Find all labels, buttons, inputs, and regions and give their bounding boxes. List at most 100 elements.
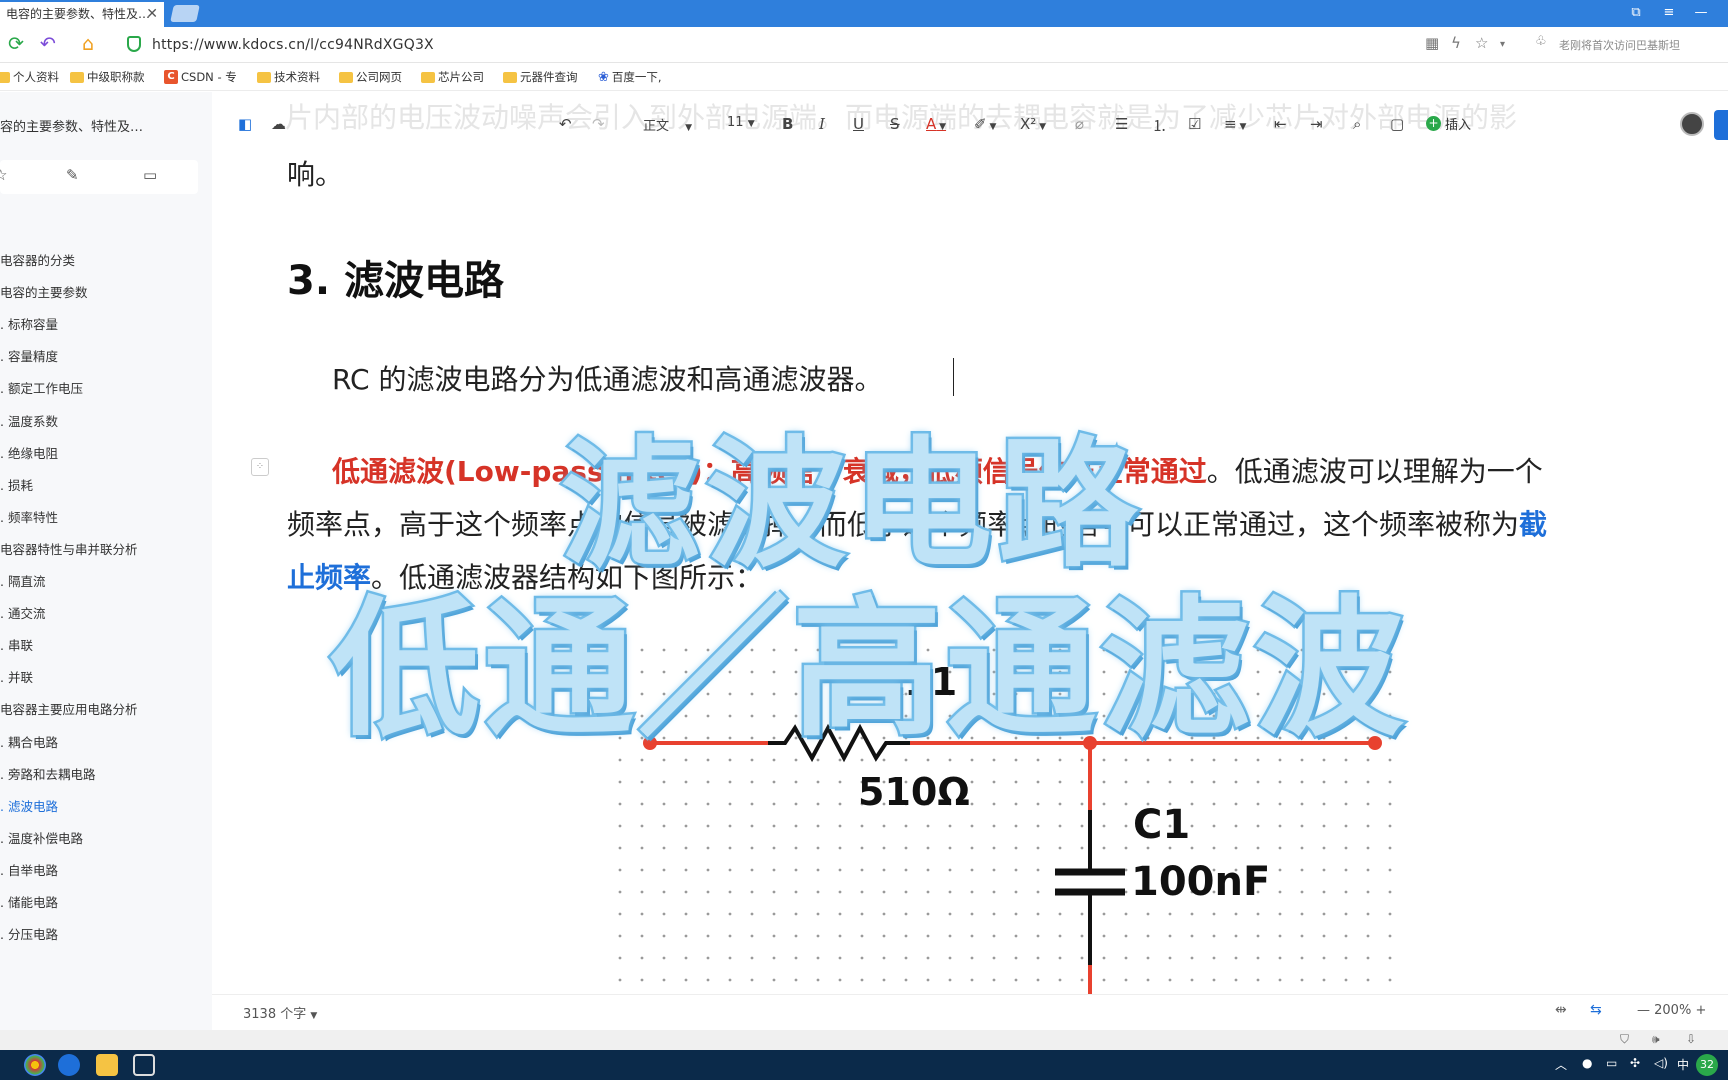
bullet-list-icon[interactable]: ☰ [1115, 115, 1128, 133]
outdent-icon[interactable]: ⇤ [1274, 115, 1287, 133]
menu-icon[interactable]: ≡ [1660, 4, 1678, 22]
toc-item[interactable]: . 损耗 [0, 475, 33, 494]
tab-close-icon[interactable]: ✕ [146, 2, 158, 27]
toc-item[interactable]: 电容的主要参数 [0, 282, 88, 301]
bold-icon[interactable]: B [782, 115, 793, 133]
document-title[interactable]: 容的主要参数、特性及… [0, 116, 143, 135]
qr-icon[interactable]: ▦ [1425, 34, 1439, 52]
bookmark-chip[interactable]: 芯片公司 [421, 69, 484, 85]
ime-indicator[interactable]: 中 [1677, 1056, 1689, 1073]
chrome-icon[interactable] [24, 1054, 46, 1076]
minimize-icon[interactable]: — [1692, 4, 1710, 22]
tag-icon[interactable]: ✎ [66, 166, 79, 184]
window-pin-icon[interactable]: ⧉ [1627, 4, 1645, 22]
home-icon[interactable]: ⌂ [82, 33, 94, 55]
grid-dot [882, 934, 886, 938]
mic-icon[interactable]: ● [1582, 1056, 1592, 1070]
bookmark-components[interactable]: 元器件查询 [503, 69, 578, 85]
bookmark-company[interactable]: 公司网页 [339, 69, 402, 85]
cloud-sync-icon[interactable]: ☁ [271, 115, 286, 133]
browser-tab-active[interactable]: 电容的主要参数、特性及… ✕ [0, 0, 164, 27]
toc-item[interactable]: 电容器的分类 [0, 250, 75, 269]
shield-icon[interactable]: ⛉ [1620, 1032, 1629, 1047]
grid-dot [904, 824, 908, 828]
star-icon[interactable]: ☆ [0, 166, 7, 184]
toc-item[interactable]: . 通交流 [0, 603, 45, 622]
toc-item[interactable]: . 耦合电路 [0, 732, 58, 751]
undo-icon[interactable]: ↶ [559, 115, 572, 133]
lightning-icon[interactable]: ϟ [1451, 34, 1461, 52]
new-tab-button[interactable] [170, 5, 200, 22]
settings-icon[interactable]: ✣ [1630, 1056, 1640, 1070]
font-color-icon[interactable]: A ▼ [926, 115, 946, 133]
toc-item[interactable]: . 串联 [0, 635, 33, 654]
highlight-icon[interactable]: ✐ ▼ [974, 115, 996, 133]
full-width-icon[interactable]: ⇆ [1590, 1002, 1602, 1018]
font-size-select[interactable]: 11 ▼ [727, 115, 755, 130]
bookmark-baidu[interactable]: ❀ 百度一下, [598, 69, 662, 85]
notification-badge[interactable]: 32 [1696, 1054, 1718, 1076]
avatar[interactable] [1680, 112, 1704, 136]
bookmark-csdn[interactable]: C CSDN - 专 [164, 69, 237, 85]
toc-item[interactable]: . 隔直流 [0, 571, 45, 590]
numbered-list-icon[interactable]: ⒈ [1152, 115, 1167, 136]
block-drag-handle[interactable]: ⁘ [251, 458, 269, 476]
word-count[interactable]: 3138 个字 ▼ [243, 1003, 317, 1022]
star-icon[interactable]: ☆ [1475, 34, 1488, 52]
undo-nav-icon[interactable]: ↶ [40, 33, 56, 55]
browser-icon[interactable] [58, 1054, 80, 1076]
bookmark-title[interactable]: 中级职称款 [70, 69, 145, 85]
sound-icon[interactable]: 🕪 [1652, 1032, 1660, 1047]
toc-item[interactable]: 电容器特性与串并联分析 [0, 539, 138, 558]
toc-item[interactable]: . 分压电路 [0, 924, 58, 943]
toc-item[interactable]: . 滤波电路 [0, 796, 58, 815]
bookmark-tech[interactable]: 技术资料 [257, 69, 320, 85]
chevron-down-icon[interactable]: ▾ [1500, 39, 1505, 50]
toc-item[interactable]: . 绝缘电阻 [0, 443, 58, 462]
toc-item[interactable]: . 储能电路 [0, 892, 58, 911]
folder-outline-icon[interactable]: ▭ [143, 166, 157, 184]
toc-item[interactable]: . 标称容量 [0, 314, 58, 333]
align-icon[interactable]: ≡ ▼ [1224, 115, 1246, 133]
redo-icon[interactable]: ↷ [592, 115, 605, 133]
toc-item[interactable]: . 频率特性 [0, 507, 58, 526]
superscript-icon[interactable]: X² ▼ [1020, 115, 1046, 133]
toc-item[interactable]: . 旁路和去耦电路 [0, 764, 95, 783]
bookmark-personal[interactable]: 个人资料 [0, 69, 59, 85]
underline-icon[interactable]: U [853, 115, 864, 133]
news-icon[interactable]: ♧ [1535, 34, 1547, 49]
indent-icon[interactable]: ⇥ [1310, 115, 1323, 133]
toc-item[interactable]: . 温度系数 [0, 411, 58, 430]
comment-icon[interactable]: ▢ [1390, 115, 1404, 133]
search-icon[interactable]: ⌕ [1353, 115, 1361, 133]
toc-item[interactable]: . 温度补偿电路 [0, 828, 83, 847]
download-icon[interactable]: ⇩ [1686, 1032, 1696, 1046]
hint-text[interactable]: 老刚将首次访问巴基斯坦 [1559, 37, 1680, 53]
format-painter-icon[interactable]: ⌀ [1075, 115, 1084, 133]
toc-item[interactable]: . 额定工作电压 [0, 378, 83, 397]
network-icon[interactable]: ▭ [1606, 1056, 1617, 1070]
strikethrough-icon[interactable]: S [890, 115, 900, 133]
grid-dot [1058, 978, 1062, 982]
page-width-icon[interactable]: ⇹ [1555, 1002, 1567, 1018]
checklist-icon[interactable]: ☑ [1188, 115, 1201, 133]
toc-item[interactable]: 电容器主要应用电路分析 [0, 699, 138, 718]
zoom-control[interactable]: — 200% + [1637, 1003, 1706, 1018]
toc-item[interactable]: . 容量精度 [0, 346, 58, 365]
grid-dot [640, 956, 644, 960]
screen-capture-icon[interactable] [133, 1054, 155, 1076]
toggle-outline-icon[interactable]: ◧ [238, 115, 252, 133]
grid-dot [1058, 956, 1062, 960]
grid-dot [618, 934, 622, 938]
refresh-icon[interactable]: ⟳ [8, 33, 24, 55]
share-button[interactable] [1714, 110, 1728, 140]
insert-button[interactable]: + 插入 [1426, 114, 1471, 133]
italic-icon[interactable]: I [819, 115, 825, 133]
volume-icon[interactable]: ◁) [1654, 1056, 1668, 1070]
tray-up-icon[interactable]: ︿ [1555, 1056, 1567, 1073]
url-field[interactable]: https://www.kdocs.cn/l/cc94NRdXGQ3X [152, 35, 434, 55]
toc-item[interactable]: . 并联 [0, 667, 33, 686]
file-explorer-icon[interactable] [96, 1054, 118, 1076]
toc-item[interactable]: . 自举电路 [0, 860, 58, 879]
paragraph-style-select[interactable]: 正文 ▼ [643, 115, 692, 134]
